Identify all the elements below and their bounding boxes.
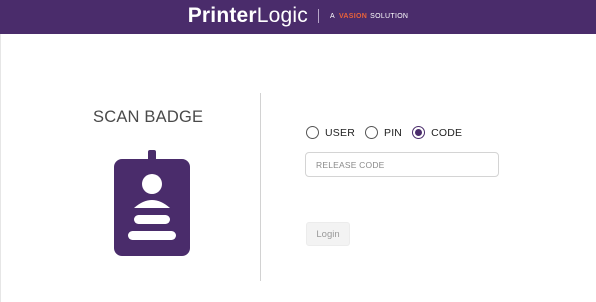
radio-circle-code[interactable] xyxy=(412,126,426,139)
radio-label-code: CODE xyxy=(431,126,463,139)
login-button[interactable]: Login xyxy=(306,222,350,246)
printerlogic-logo: Printer Logic A VASION SOLUTION xyxy=(188,4,409,28)
release-code-input[interactable] xyxy=(305,152,499,177)
logo-divider xyxy=(318,9,319,23)
tagline-vasion: VASION xyxy=(338,12,368,20)
tagline-suffix: SOLUTION xyxy=(370,12,409,20)
radio-selected-dot xyxy=(415,129,423,136)
radio-pin[interactable]: PIN xyxy=(364,126,403,139)
panel-divider xyxy=(260,93,261,281)
id-badge-icon xyxy=(114,150,190,256)
radio-circle-user[interactable] xyxy=(306,126,319,139)
radio-circle-pin[interactable] xyxy=(364,126,378,139)
radio-user[interactable]: USER xyxy=(306,126,355,139)
radio-code[interactable]: CODE xyxy=(412,126,462,139)
radio-label-user: USER xyxy=(325,126,355,139)
radio-label-pin: PIN xyxy=(383,126,403,139)
vasion-tagline: A VASION SOLUTION xyxy=(330,13,408,20)
scan-badge-title: SCAN BADGE xyxy=(93,108,204,126)
logo-text-printer: Printer xyxy=(187,4,257,27)
header-bar: Printer Logic A VASION SOLUTION xyxy=(0,0,596,34)
left-edge xyxy=(0,34,5,302)
tagline-prefix: A xyxy=(330,12,335,20)
login-method-radio-group: USER PIN CODE xyxy=(306,126,472,139)
logo-text-logic: Logic xyxy=(256,4,308,27)
